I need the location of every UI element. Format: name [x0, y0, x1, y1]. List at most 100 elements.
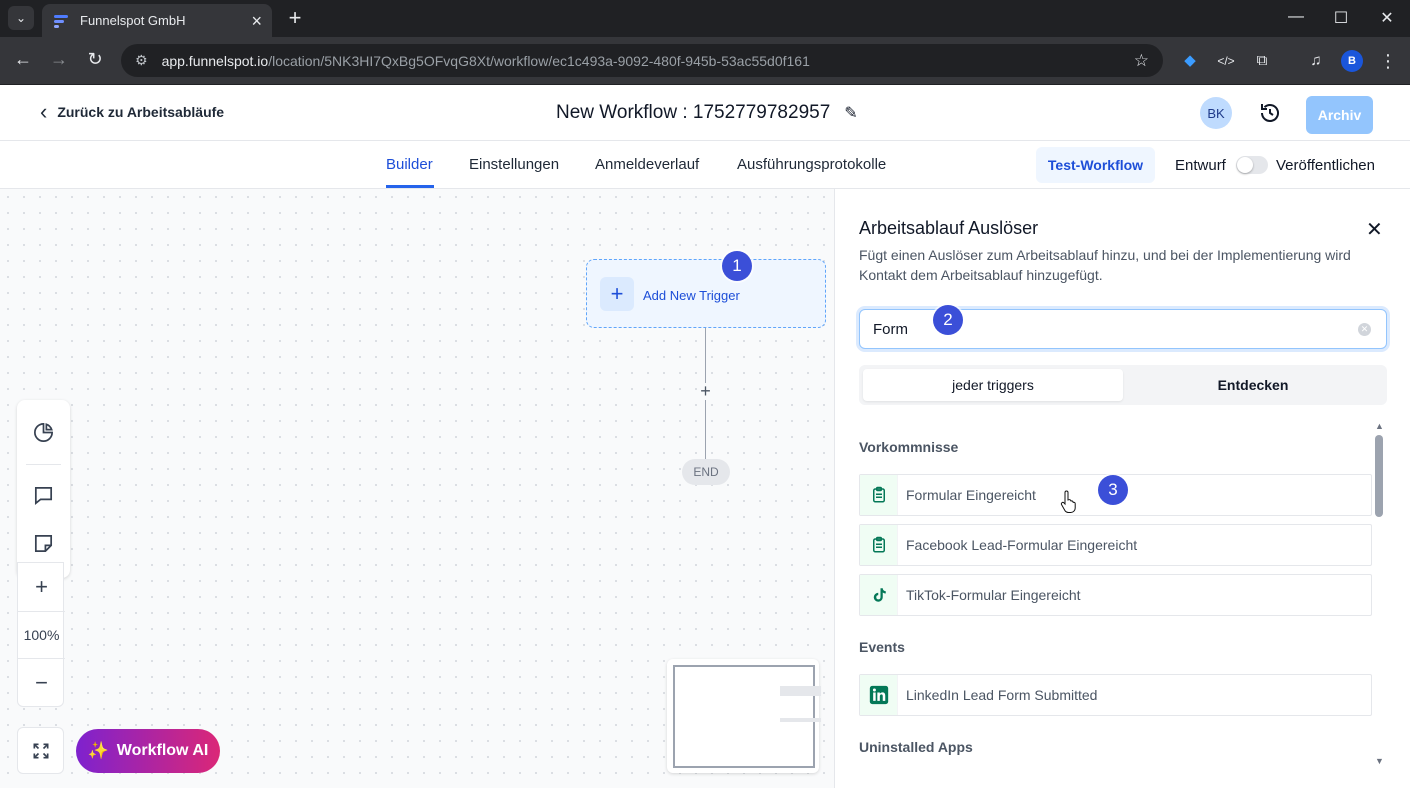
browser-tab[interactable]: Funnelspot GmbH ×	[42, 4, 272, 37]
extension-code-icon[interactable]: </>	[1216, 51, 1236, 71]
end-node: END	[682, 459, 730, 485]
connector-line	[705, 328, 706, 383]
app-header: ‹ Zurück zu Arbeitsabläufe New Workflow …	[0, 85, 1410, 141]
browser-tab-bar: ⌄ Funnelspot GmbH × + — ☐ ✕	[0, 0, 1410, 37]
new-tab-button[interactable]: +	[284, 6, 306, 30]
trigger-item-label: TikTok-Formular Eingereicht	[906, 587, 1081, 603]
reload-icon[interactable]: ↻	[84, 49, 106, 70]
zoom-controls: + 100% −	[17, 562, 65, 707]
history-clock-icon[interactable]	[1258, 101, 1282, 125]
trigger-item-label: Facebook Lead-Formular Eingereicht	[906, 537, 1138, 553]
active-tab-indicator	[386, 185, 434, 188]
workflow-ai-label: Workflow AI	[116, 742, 209, 759]
expand-icon	[33, 743, 48, 758]
trigger-item-label: Formular Eingereicht	[906, 487, 1036, 503]
tiktok-icon	[860, 575, 898, 615]
trigger-item-facebook-lead-form[interactable]: Facebook Lead-Formular Eingereicht	[859, 524, 1372, 566]
back-to-workflows-link[interactable]: ‹ Zurück zu Arbeitsabläufe	[40, 99, 225, 124]
section-heading-uninstalled-apps: Uninstalled Apps	[859, 739, 973, 755]
publish-label: Veröffentlichen	[1276, 157, 1375, 174]
archive-button[interactable]: Archiv	[1306, 96, 1373, 134]
section-heading-events: Events	[859, 639, 905, 655]
back-arrow-icon[interactable]: ←	[12, 49, 34, 70]
trigger-item-tiktok-form[interactable]: TikTok-Formular Eingereicht	[859, 574, 1372, 616]
step-badge-1: 1	[722, 251, 752, 281]
tab-execution-logs[interactable]: Ausführungsprotokolle	[737, 156, 886, 173]
tab-discover[interactable]: Entdecken	[1123, 369, 1383, 401]
trigger-panel: Arbeitsablauf Auslöser ✕ Fügt einen Ausl…	[834, 189, 1410, 788]
minimap-viewport	[673, 665, 821, 768]
trigger-item-linkedin-lead-form[interactable]: LinkedIn Lead Form Submitted	[859, 674, 1372, 716]
close-icon[interactable]: ✕	[1366, 217, 1383, 242]
tab-title: Funnelspot GmbH	[80, 13, 186, 28]
funnelspot-logo-icon	[54, 14, 68, 28]
workflow-subnav: Builder Einstellungen Anmeldeverlauf Aus…	[0, 141, 1410, 189]
extensions-puzzle-icon[interactable]: ⧉	[1252, 51, 1272, 71]
add-trigger-label: Add New Trigger	[643, 288, 740, 303]
trigger-item-label: LinkedIn Lead Form Submitted	[906, 687, 1098, 703]
add-action-plus-icon[interactable]: +	[697, 382, 714, 400]
zoom-in-button[interactable]: +	[18, 563, 65, 611]
maximize-icon[interactable]: ☐	[1331, 8, 1351, 28]
canvas-minimap[interactable]	[667, 659, 821, 773]
sticky-note-icon[interactable]	[32, 532, 55, 555]
extension-drop-icon[interactable]: ◆	[1180, 51, 1200, 71]
comment-icon[interactable]	[32, 484, 55, 507]
minimap-node	[780, 718, 821, 722]
tab-close-icon[interactable]: ×	[251, 12, 262, 30]
site-settings-icon[interactable]: ⚙	[135, 52, 148, 69]
minimap-node	[780, 686, 821, 696]
hand-pointer-icon	[1060, 490, 1076, 513]
tab-builder[interactable]: Builder	[386, 156, 433, 173]
pencil-edit-icon[interactable]: ✎	[844, 103, 857, 123]
user-avatar[interactable]: BK	[1200, 97, 1232, 129]
test-workflow-button[interactable]: Test-Workflow	[1036, 147, 1155, 183]
workflow-title: New Workflow : 1752779782957 ✎	[556, 102, 858, 124]
minimize-icon[interactable]: —	[1286, 8, 1306, 26]
window-close-icon[interactable]: ✕	[1377, 8, 1397, 28]
tab-enrollment-history[interactable]: Anmeldeverlauf	[595, 156, 699, 173]
plus-icon: +	[600, 277, 634, 311]
forward-arrow-icon[interactable]: →	[48, 49, 70, 70]
tab-all-triggers[interactable]: jeder triggers	[863, 369, 1123, 401]
add-new-trigger-node[interactable]: + Add New Trigger	[586, 259, 826, 328]
clipboard-icon	[860, 525, 898, 565]
scroll-down-icon[interactable]: ▼	[1375, 756, 1384, 766]
workflow-ai-button[interactable]: ✨ Workflow AI	[76, 729, 220, 773]
scrollbar-thumb[interactable]	[1375, 435, 1383, 517]
bookmark-star-icon[interactable]: ☆	[1134, 51, 1149, 71]
tab-settings[interactable]: Einstellungen	[469, 156, 559, 173]
linkedin-icon	[860, 675, 898, 715]
trigger-filter-tabs: jeder triggers Entdecken	[859, 365, 1387, 405]
panel-title: Arbeitsablauf Auslöser	[859, 218, 1039, 238]
toolbox-divider	[26, 464, 61, 465]
connector-line	[705, 400, 706, 459]
tab-search-button[interactable]: ⌄	[8, 6, 34, 30]
clipboard-icon	[860, 475, 898, 515]
canvas-toolbox	[17, 400, 70, 578]
workflow-title-text: New Workflow : 1752779782957	[556, 102, 831, 123]
address-bar[interactable]: ⚙ app.funnelspot.io/location/5NK3HI7QxBg…	[121, 44, 1163, 77]
browser-toolbar: ← → ↻ ⚙ app.funnelspot.io/location/5NK3H…	[0, 37, 1410, 85]
pie-chart-icon[interactable]	[32, 421, 55, 444]
media-controls-icon[interactable]: ♫	[1306, 51, 1326, 71]
workflow-canvas[interactable]: + Add New Trigger 1 + END + 100% − ✨ Wor…	[0, 189, 834, 788]
scroll-up-icon[interactable]: ▲	[1375, 421, 1384, 431]
clear-search-icon[interactable]: ✕	[1358, 323, 1371, 336]
panel-description: Fügt einen Auslöser zum Arbeitsablauf hi…	[859, 247, 1351, 283]
step-badge-3: 3	[1098, 475, 1128, 505]
url-text: app.funnelspot.io/location/5NK3HI7QxBg5O…	[161, 52, 810, 69]
browser-profile-avatar[interactable]: B	[1341, 50, 1363, 72]
back-label: Zurück zu Arbeitsabläufe	[57, 104, 225, 120]
chevron-left-icon: ‹	[40, 99, 48, 124]
section-heading-occurrences: Vorkommnisse	[859, 439, 959, 455]
browser-menu-icon[interactable]: ⋮	[1378, 51, 1398, 71]
fit-to-screen-button[interactable]	[17, 727, 64, 774]
panel-scrollbar[interactable]: ▲ ▼	[1374, 421, 1384, 766]
step-badge-2: 2	[933, 305, 963, 335]
draft-label: Entwurf	[1175, 157, 1226, 174]
publish-toggle[interactable]	[1236, 156, 1268, 174]
zoom-level: 100%	[18, 611, 65, 659]
zoom-out-button[interactable]: −	[18, 659, 65, 707]
sparkle-icon: ✨	[87, 741, 109, 760]
